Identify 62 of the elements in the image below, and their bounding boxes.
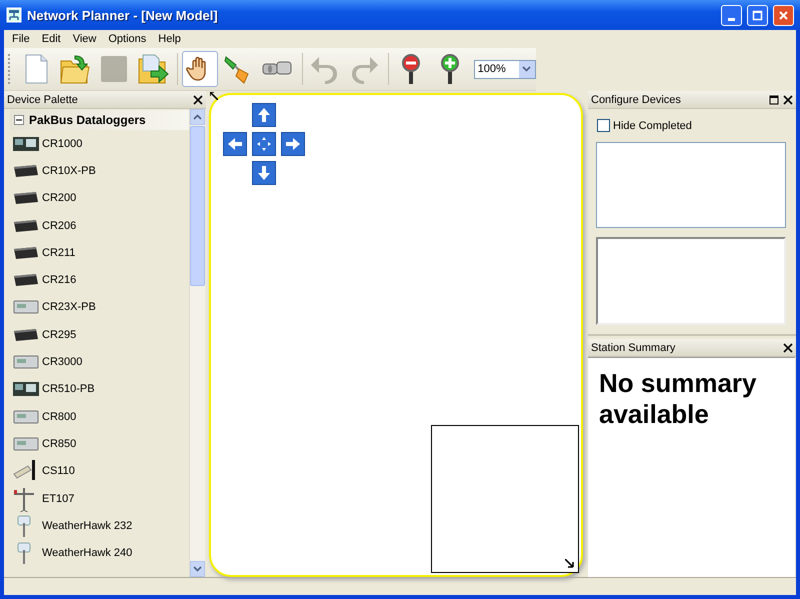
device-item[interactable]: WeatherHawk 232 <box>10 512 189 540</box>
tree-group[interactable]: PakBus Dataloggers <box>10 110 189 130</box>
device-item[interactable]: CR1000 <box>10 130 189 158</box>
device-list[interactable] <box>596 142 786 228</box>
close-icon <box>778 10 789 20</box>
pan-button[interactable] <box>182 51 218 87</box>
device-item[interactable]: WeatherHawk 240 <box>10 539 189 567</box>
zoom-dropdown[interactable]: 100% <box>474 60 536 78</box>
window-title: Network Planner - [New Model] <box>27 8 219 22</box>
device-item[interactable]: CR216 <box>10 266 189 294</box>
scroll-up-icon <box>193 114 202 120</box>
folder-icon <box>59 53 92 85</box>
pan-left-button[interactable] <box>223 132 247 156</box>
folder-arrow-icon <box>136 53 169 85</box>
maximize-icon <box>752 10 763 20</box>
minimize-icon <box>728 18 735 20</box>
arrow-left-icon <box>227 136 243 152</box>
checkbox[interactable] <box>597 119 610 132</box>
arrow-right-icon <box>285 136 301 152</box>
pan-up-button[interactable] <box>252 103 276 127</box>
arrow-up-icon <box>256 107 272 123</box>
device-item[interactable]: CR800 <box>10 402 189 430</box>
center-button[interactable] <box>252 132 276 156</box>
menu-item[interactable]: Options <box>102 33 152 45</box>
maximize-button[interactable] <box>747 4 768 26</box>
app-icon <box>6 7 22 23</box>
panel-title: Device Palette <box>7 94 78 106</box>
scrollbar[interactable] <box>189 109 205 577</box>
checkbox-label: Hide Completed <box>613 120 692 132</box>
close-icon <box>783 342 793 352</box>
device-item[interactable]: ET107 <box>10 484 189 512</box>
resize-arrow-icon <box>565 559 574 568</box>
device-item[interactable]: CR211 <box>10 239 189 266</box>
panel-title: Station Summary <box>591 342 676 354</box>
overview-map[interactable] <box>431 425 579 573</box>
menu-item[interactable]: View <box>66 33 102 45</box>
menu-item[interactable]: Help <box>152 33 187 45</box>
pan-right-button[interactable] <box>281 132 305 156</box>
device-item[interactable]: CR3000 <box>10 348 189 376</box>
arrow-down-icon <box>256 165 272 181</box>
close-icon <box>193 94 203 104</box>
device-item[interactable]: CR510-PB <box>10 376 189 403</box>
minimize-button[interactable] <box>721 4 742 26</box>
scroll-down-icon <box>193 566 202 572</box>
device-item[interactable]: CR10X-PB <box>10 157 189 185</box>
move-icon <box>256 136 272 152</box>
close-button[interactable] <box>773 4 794 26</box>
restore-icon <box>769 94 779 104</box>
device-item[interactable]: CR23X-PB <box>10 294 189 322</box>
close-icon <box>783 94 793 104</box>
device-item[interactable]: CR850 <box>10 430 189 458</box>
device-item[interactable]: CR200 <box>10 184 189 212</box>
menu-item[interactable]: Edit <box>36 33 67 45</box>
device-item[interactable]: CR206 <box>10 212 189 240</box>
collapse-icon <box>16 117 22 123</box>
summary-message: No summary available <box>598 367 758 430</box>
device-item[interactable]: CR295 <box>10 321 189 348</box>
resize-arrow-icon <box>210 92 218 100</box>
menu-item[interactable]: File <box>6 33 36 45</box>
pan-down-button[interactable] <box>252 161 276 185</box>
panel-title: Configure Devices <box>591 94 681 106</box>
device-item[interactable]: CS110 <box>10 458 189 485</box>
